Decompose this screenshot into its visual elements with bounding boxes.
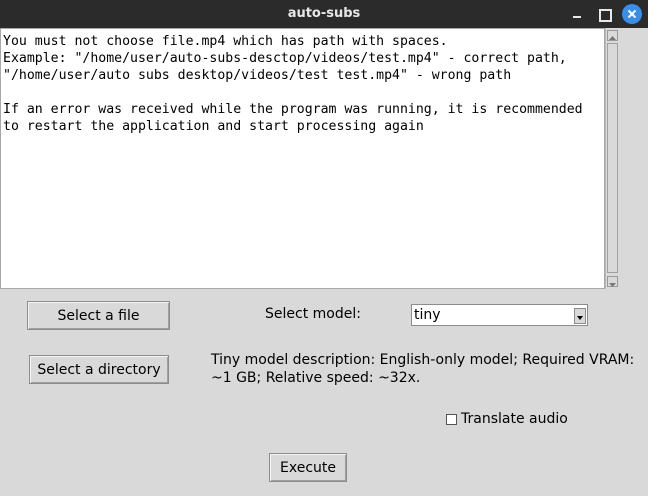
scrollbar-thumb[interactable] [607, 43, 618, 273]
select-file-button[interactable]: Select a file [27, 301, 170, 330]
translate-audio-checkbox[interactable] [446, 414, 457, 425]
output-text-area[interactable]: You must not choose file.mp4 which has p… [0, 28, 605, 289]
translate-audio-label[interactable]: Translate audio [461, 411, 568, 427]
close-x-glyph [627, 9, 637, 19]
scroll-down-icon[interactable] [607, 276, 618, 287]
scroll-up-icon[interactable] [607, 30, 618, 41]
model-description-line-1: Tiny model description: English-only mod… [211, 352, 635, 368]
execute-button[interactable]: Execute [269, 453, 347, 482]
model-select-value: tiny [414, 307, 441, 323]
model-select[interactable]: tiny [411, 304, 588, 326]
window-title: auto-subs [287, 6, 361, 21]
select-directory-button[interactable]: Select a directory [29, 355, 169, 384]
select-model-label: Select model: [265, 306, 361, 322]
vertical-scrollbar[interactable] [605, 28, 618, 289]
maximize-icon[interactable] [595, 5, 613, 23]
title-bar: auto-subs [0, 0, 648, 28]
chevron-down-icon[interactable] [574, 308, 586, 324]
close-icon[interactable] [622, 4, 642, 24]
model-description-line-2: ~1 GB; Relative speed: ~32x. [211, 370, 421, 386]
minimize-icon[interactable] [568, 5, 586, 23]
